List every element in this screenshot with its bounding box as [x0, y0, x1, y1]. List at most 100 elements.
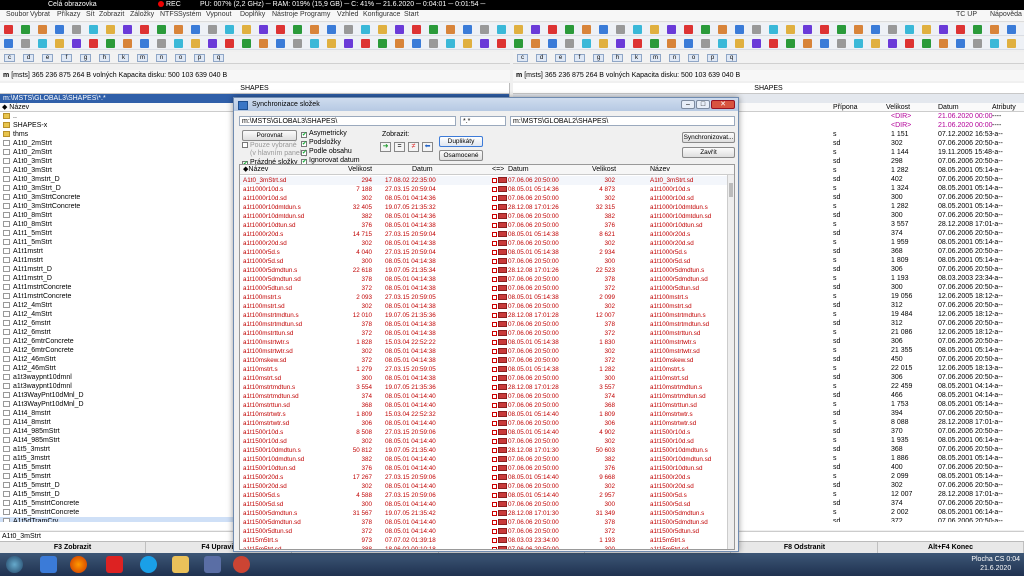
compare-checkbox[interactable] — [492, 502, 497, 507]
toolbar-button-icon[interactable] — [310, 39, 319, 48]
toolbar-button-icon[interactable] — [106, 39, 115, 48]
menu-4[interactable]: Zobrazit — [99, 11, 124, 18]
compare-row[interactable]: a1t10mstrtmdtun.sd 374 08.05.01 04:14:40 07… — [240, 392, 729, 401]
toolbar-button-icon[interactable] — [463, 39, 472, 48]
toolbar-button-icon[interactable] — [276, 25, 285, 34]
compare-row[interactable]: a1t1500r10dmdtun.s 50 812 19.07.05 21:35:4… — [240, 446, 729, 455]
toolbar-button-icon[interactable] — [38, 39, 47, 48]
compare-checkbox[interactable] — [492, 331, 497, 336]
show-equal-button[interactable]: = — [394, 142, 405, 152]
drive-button-c[interactable]: c — [4, 54, 15, 62]
synchronize-button[interactable]: Synchronizovat... — [682, 132, 735, 143]
copy-direction-icon[interactable] — [498, 420, 507, 426]
toolbar-button-icon[interactable] — [650, 39, 659, 48]
toolbar-button-icon[interactable] — [735, 39, 744, 48]
toolbar-button-icon[interactable] — [990, 39, 999, 48]
menu-13[interactable]: Konfigurace — [363, 11, 400, 18]
drive-button-c[interactable]: c — [517, 54, 528, 62]
toolbar-button-icon[interactable] — [361, 39, 370, 48]
compare-row[interactable]: a1t1500r20d.s 17 267 27.03.15 20:59:06 08.0… — [240, 473, 729, 482]
toolbar-button-icon[interactable] — [429, 25, 438, 34]
toolbar-button-icon[interactable] — [480, 39, 489, 48]
toolbar-button-icon[interactable] — [582, 25, 591, 34]
copy-direction-icon[interactable] — [498, 186, 507, 192]
toolbar-button-icon[interactable] — [225, 39, 234, 48]
menu-7[interactable]: Systém — [178, 11, 201, 18]
toolbar-button-icon[interactable] — [412, 39, 421, 48]
copy-direction-icon[interactable] — [498, 240, 507, 246]
compare-checkbox[interactable] — [492, 286, 497, 291]
toolbar-button-icon[interactable] — [582, 39, 591, 48]
compare-row[interactable]: a1t15m5trt.s 973 07.07.02 01:39:18 08.03.03… — [240, 536, 729, 545]
menu-6[interactable]: NTFS — [160, 11, 178, 18]
toolbar-button-icon[interactable] — [633, 39, 642, 48]
menu-tcup[interactable]: TC UP — [956, 11, 977, 18]
compare-checkbox[interactable] — [492, 520, 497, 525]
toolbar-button-icon[interactable] — [140, 25, 149, 34]
compare-row[interactable]: a1t10mskew.sd 372 08.05.01 04:14:38 07.06.0… — [240, 356, 729, 365]
compare-row[interactable]: a1t1000r10dtun.sd 376 08.05.01 04:14:38 07.… — [240, 221, 729, 230]
drive-button-k[interactable]: k — [118, 54, 129, 62]
toolbar-button-icon[interactable] — [497, 25, 506, 34]
compare-checkbox[interactable] — [492, 547, 497, 549]
toolbar-button-icon[interactable] — [837, 25, 846, 34]
compare-checkbox[interactable] — [492, 340, 497, 345]
toolbar-button-icon[interactable] — [208, 25, 217, 34]
copy-direction-icon[interactable] — [498, 204, 507, 210]
compare-checkbox[interactable] — [492, 232, 497, 237]
toolbar-button-icon[interactable] — [157, 39, 166, 48]
toolbar-button-icon[interactable] — [599, 25, 608, 34]
toolbar-button-icon[interactable] — [769, 39, 778, 48]
floppy-icon[interactable] — [204, 556, 221, 573]
toolbar-button-icon[interactable] — [463, 25, 472, 34]
subdirs-checkbox[interactable]: ✔ Podsložky — [301, 139, 341, 147]
toolbar-button-icon[interactable] — [752, 39, 761, 48]
compare-checkbox[interactable] — [492, 241, 497, 246]
compare-row[interactable]: a1t1000r10dmtdun.s 32 405 19.07.05 21:35:3… — [240, 203, 729, 212]
show-copy-left-button[interactable]: ⬅ — [422, 142, 433, 152]
toolbar-button-icon[interactable] — [242, 39, 251, 48]
drive-button-o[interactable]: o — [688, 54, 699, 62]
compare-row[interactable]: a1t1500r5dmdtun.s 31 567 19.07.05 21:35:42… — [240, 509, 729, 518]
compare-row[interactable]: a1t1500r5dmdtun.sd 378 08.05.01 04:14:40 07… — [240, 518, 729, 527]
toolbar-button-icon[interactable] — [344, 39, 353, 48]
compare-checkbox[interactable] — [492, 196, 497, 201]
drive-button-n[interactable]: n — [669, 54, 680, 62]
app-icon-2[interactable] — [233, 556, 250, 573]
copy-direction-icon[interactable] — [498, 195, 507, 201]
menu-12[interactable]: Vzhled — [337, 11, 358, 18]
compare-row[interactable]: a1t1000r5dmdtun.s 22 618 19.07.05 21:35:34… — [240, 266, 729, 275]
toolbar-button-icon[interactable] — [446, 25, 455, 34]
drive-button-q[interactable]: q — [213, 54, 224, 62]
compare-checkbox[interactable] — [492, 457, 497, 462]
toolbar-button-icon[interactable] — [327, 25, 336, 34]
show-different-button[interactable]: ≠ — [408, 142, 419, 152]
toolbar-button-icon[interactable] — [667, 39, 676, 48]
toolbar-button-icon[interactable] — [633, 25, 642, 34]
toolbar-button-icon[interactable] — [55, 25, 64, 34]
copy-direction-icon[interactable] — [498, 546, 507, 549]
compare-row[interactable]: a1t10mstrtwtr.sd 306 08.05.01 04:14:40 07.0… — [240, 419, 729, 428]
folder-icon[interactable] — [172, 556, 189, 573]
file-mask-input[interactable]: *.* — [460, 116, 506, 126]
toolbar-button-icon[interactable] — [327, 39, 336, 48]
compare-row[interactable]: a1t100mstrt.s 2 093 27.03.15 20:59:05 08.05… — [240, 293, 729, 302]
drive-button-e[interactable]: e — [555, 54, 566, 62]
toolbar-button-icon[interactable] — [497, 39, 506, 48]
copy-direction-icon[interactable] — [498, 222, 507, 228]
toolbar-button-icon[interactable] — [701, 25, 710, 34]
compare-checkbox[interactable] — [492, 376, 497, 381]
compare-row[interactable]: a1t10mstrt.s 1 279 27.03.15 20:59:05 08.05.… — [240, 365, 729, 374]
copy-direction-icon[interactable] — [498, 411, 507, 417]
right-dir-input[interactable]: m:\MSTS\GLOBAL2\SHAPES\ — [510, 116, 735, 126]
compare-checkbox[interactable] — [492, 538, 497, 543]
drive-button-m[interactable]: m — [650, 54, 661, 62]
toolbar-button-icon[interactable] — [429, 39, 438, 48]
dialog-title[interactable]: Synchronizace složek — [234, 98, 738, 111]
compare-row[interactable]: a1t10mstrtwtr.s 1 809 15.03.04 22:52:32 08.… — [240, 410, 729, 419]
show-copy-right-button[interactable]: ➜ — [380, 142, 391, 152]
toolbar-button-icon[interactable] — [412, 25, 421, 34]
compare-row[interactable]: a1t100mstrtmdtun.sd 378 08.05.01 04:14:38 0… — [240, 320, 729, 329]
toolbar-button-icon[interactable] — [531, 39, 540, 48]
compare-checkbox[interactable] — [492, 313, 497, 318]
